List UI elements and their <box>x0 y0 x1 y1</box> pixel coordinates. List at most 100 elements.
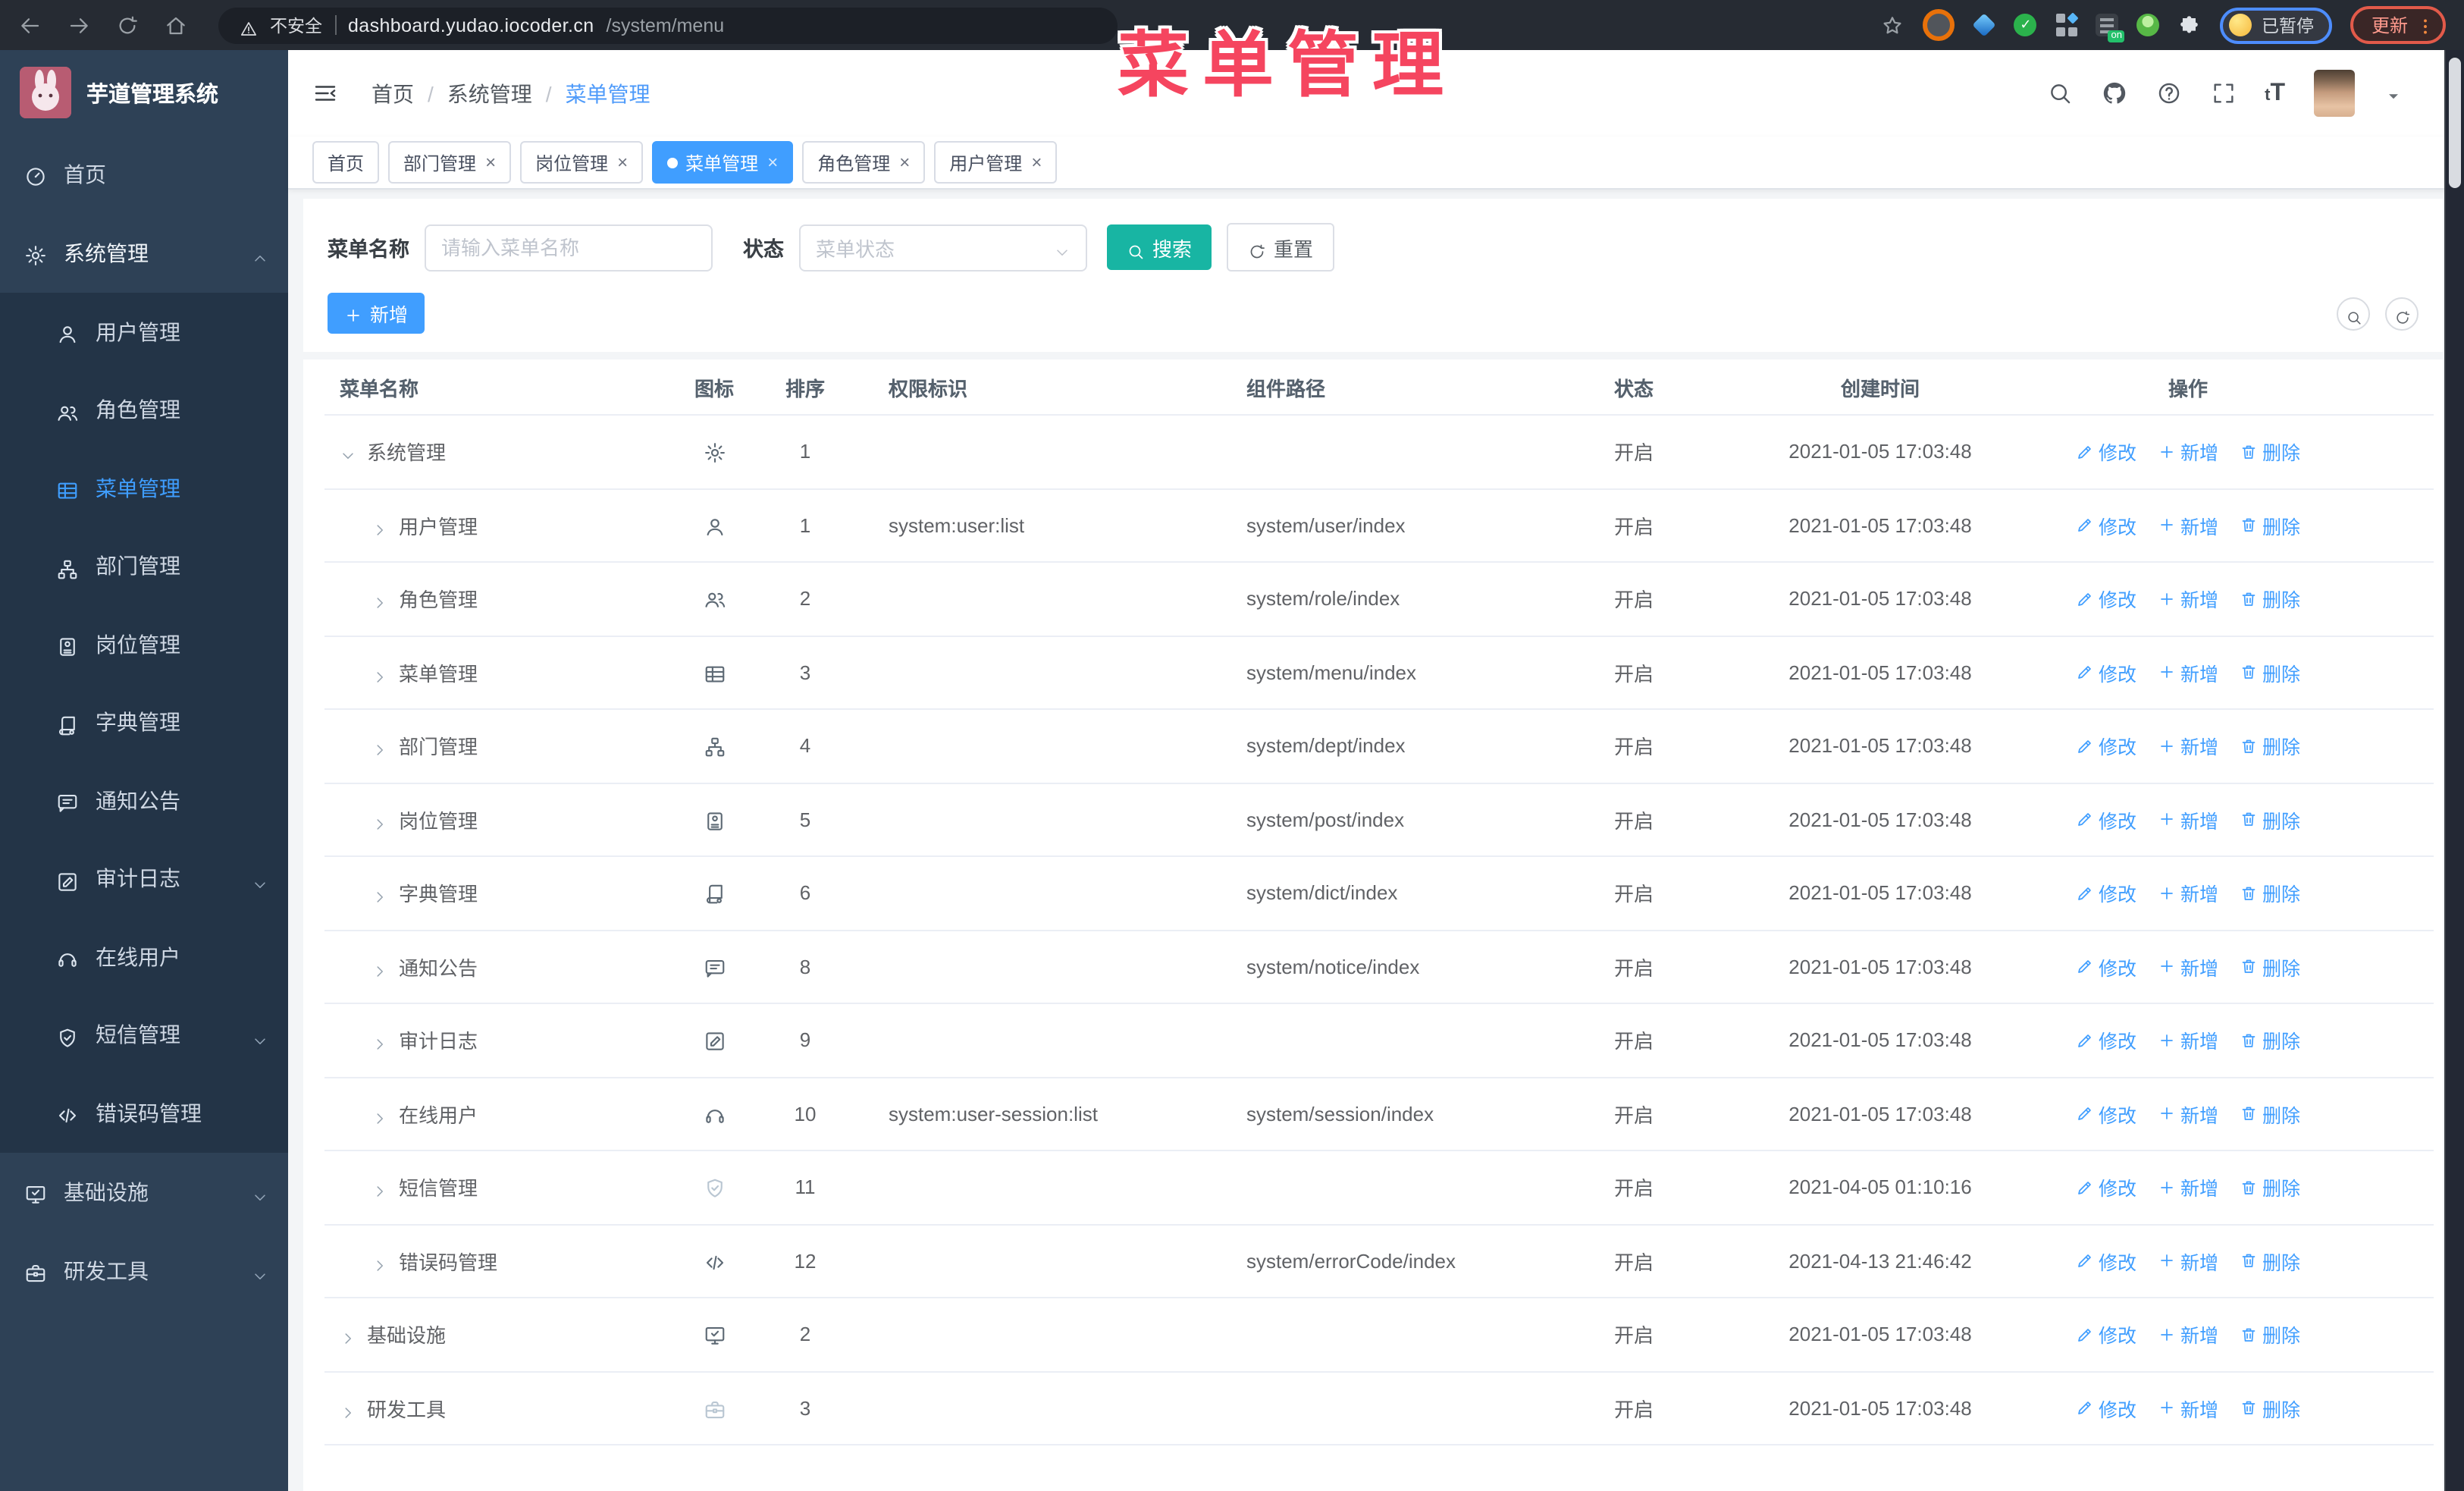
tab-close-icon[interactable]: × <box>617 152 628 173</box>
row-edit-link[interactable]: 修改 <box>2076 585 2136 614</box>
tab-用户管理[interactable]: 用户管理 × <box>934 141 1058 184</box>
help-icon[interactable] <box>2155 80 2181 106</box>
extension-check-icon[interactable]: ✓ <box>2014 14 2037 36</box>
sidebar-item-user[interactable]: 用户管理 <box>0 293 288 371</box>
row-expand-icon[interactable] <box>371 1179 388 1198</box>
breadcrumb-system[interactable]: 系统管理 <box>447 78 532 108</box>
sidebar-item-notice[interactable]: 通知公告 <box>0 761 288 840</box>
extension-paused-badge[interactable]: 已暂停 <box>2220 7 2332 43</box>
sidebar-item-post[interactable]: 岗位管理 <box>0 605 288 683</box>
row-add-link[interactable]: 新增 <box>2158 1173 2218 1202</box>
row-expand-icon[interactable] <box>371 811 388 830</box>
browser-back-button[interactable] <box>18 13 42 37</box>
row-delete-link[interactable]: 删除 <box>2240 1394 2300 1423</box>
row-expand-icon[interactable] <box>371 738 388 756</box>
extensions-puzzle-icon[interactable] <box>2178 13 2202 37</box>
tab-部门管理[interactable]: 部门管理 × <box>388 141 512 184</box>
extension-on-badge-icon[interactable]: on <box>2096 14 2125 42</box>
browser-reload-button[interactable] <box>115 13 140 37</box>
row-delete-link[interactable]: 删除 <box>2240 438 2300 466</box>
extension-gem-icon[interactable] <box>1973 13 1997 37</box>
row-expand-icon[interactable] <box>371 1106 388 1124</box>
row-expand-icon[interactable] <box>340 444 356 460</box>
row-delete-link[interactable]: 删除 <box>2240 953 2300 981</box>
sidebar-fold-icon[interactable] <box>312 80 338 106</box>
row-edit-link[interactable]: 修改 <box>2076 805 2136 834</box>
sidebar-item-dict[interactable]: 字典管理 <box>0 683 288 761</box>
user-menu-caret-icon[interactable] <box>2384 83 2403 103</box>
sidebar-item-dept[interactable]: 部门管理 <box>0 527 288 605</box>
sidebar-item-tools[interactable]: 研发工具 <box>0 1231 288 1310</box>
row-expand-icon[interactable] <box>340 1400 356 1418</box>
refresh-table-button[interactable] <box>2385 297 2419 330</box>
row-add-link[interactable]: 新增 <box>2158 1100 2218 1128</box>
browser-home-button[interactable] <box>164 13 188 37</box>
tab-角色管理[interactable]: 角色管理 × <box>802 141 926 184</box>
browser-forward-button[interactable] <box>67 13 91 37</box>
row-add-link[interactable]: 新增 <box>2158 953 2218 981</box>
row-add-link[interactable]: 新增 <box>2158 732 2218 761</box>
status-select[interactable]: 菜单状态 <box>799 224 1087 271</box>
tab-close-icon[interactable]: × <box>767 152 778 173</box>
sidebar-item-home[interactable]: 首页 <box>0 135 288 214</box>
bookmark-star-icon[interactable] <box>1881 13 1905 37</box>
row-edit-link[interactable]: 修改 <box>2076 1320 2136 1349</box>
row-delete-link[interactable]: 删除 <box>2240 732 2300 761</box>
row-expand-icon[interactable] <box>371 664 388 683</box>
row-edit-link[interactable]: 修改 <box>2076 1100 2136 1128</box>
row-expand-icon[interactable] <box>371 1032 388 1050</box>
row-add-link[interactable]: 新增 <box>2158 585 2218 614</box>
row-edit-link[interactable]: 修改 <box>2076 438 2136 466</box>
row-add-link[interactable]: 新增 <box>2158 658 2218 687</box>
header-search-icon[interactable] <box>2046 80 2072 106</box>
browser-menu-dots-icon[interactable] <box>2415 15 2435 35</box>
sidebar-item-errcode[interactable]: 错误码管理 <box>0 1074 288 1152</box>
row-delete-link[interactable]: 删除 <box>2240 511 2300 540</box>
row-edit-link[interactable]: 修改 <box>2076 732 2136 761</box>
row-add-link[interactable]: 新增 <box>2158 438 2218 466</box>
font-size-icon[interactable]: tT <box>2265 80 2285 105</box>
sidebar-item-sms[interactable]: 短信管理 <box>0 996 288 1074</box>
breadcrumb-home[interactable]: 首页 <box>371 78 414 108</box>
row-edit-link[interactable]: 修改 <box>2076 658 2136 687</box>
row-edit-link[interactable]: 修改 <box>2076 1173 2136 1202</box>
tab-菜单管理[interactable]: 菜单管理 × <box>652 141 794 184</box>
tab-close-icon[interactable]: × <box>1031 152 1042 173</box>
scrollbar-thumb[interactable] <box>2449 58 2461 188</box>
row-expand-icon[interactable] <box>371 591 388 609</box>
row-edit-link[interactable]: 修改 <box>2076 1026 2136 1055</box>
tab-close-icon[interactable]: × <box>485 152 496 173</box>
row-expand-icon[interactable] <box>371 517 388 535</box>
row-edit-link[interactable]: 修改 <box>2076 1394 2136 1423</box>
sidebar-item-infra[interactable]: 基础设施 <box>0 1152 288 1231</box>
row-expand-icon[interactable] <box>371 959 388 977</box>
row-add-link[interactable]: 新增 <box>2158 1247 2218 1276</box>
row-add-link[interactable]: 新增 <box>2158 879 2218 908</box>
show-search-toggle-button[interactable] <box>2337 297 2370 330</box>
add-button[interactable]: 新增 <box>328 293 425 334</box>
fullscreen-icon[interactable] <box>2210 80 2236 106</box>
row-add-link[interactable]: 新增 <box>2158 511 2218 540</box>
address-bar[interactable]: 不安全 dashboard.yudao.iocoder.cn/system/me… <box>218 7 1118 43</box>
row-add-link[interactable]: 新增 <box>2158 805 2218 834</box>
row-delete-link[interactable]: 删除 <box>2240 879 2300 908</box>
sidebar-item-system[interactable]: 系统管理 <box>0 214 288 293</box>
tab-岗位管理[interactable]: 岗位管理 × <box>520 141 644 184</box>
row-delete-link[interactable]: 删除 <box>2240 1247 2300 1276</box>
extension-orange-icon[interactable] <box>1923 9 1955 41</box>
row-delete-link[interactable]: 删除 <box>2240 1100 2300 1128</box>
github-icon[interactable] <box>2101 80 2127 106</box>
row-expand-icon[interactable] <box>340 1326 356 1345</box>
tab-首页[interactable]: 首页 <box>312 141 380 184</box>
sidebar-item-role[interactable]: 角色管理 <box>0 371 288 449</box>
row-delete-link[interactable]: 删除 <box>2240 805 2300 834</box>
tab-close-icon[interactable]: × <box>899 152 910 173</box>
row-edit-link[interactable]: 修改 <box>2076 1247 2136 1276</box>
row-delete-link[interactable]: 删除 <box>2240 658 2300 687</box>
row-delete-link[interactable]: 删除 <box>2240 1026 2300 1055</box>
app-logo[interactable]: 芋道管理系统 <box>0 50 288 135</box>
page-scrollbar[interactable] <box>2444 50 2464 1491</box>
row-edit-link[interactable]: 修改 <box>2076 879 2136 908</box>
sidebar-item-menu[interactable]: 菜单管理 <box>0 449 288 527</box>
extension-grid-icon[interactable] <box>2055 12 2079 36</box>
